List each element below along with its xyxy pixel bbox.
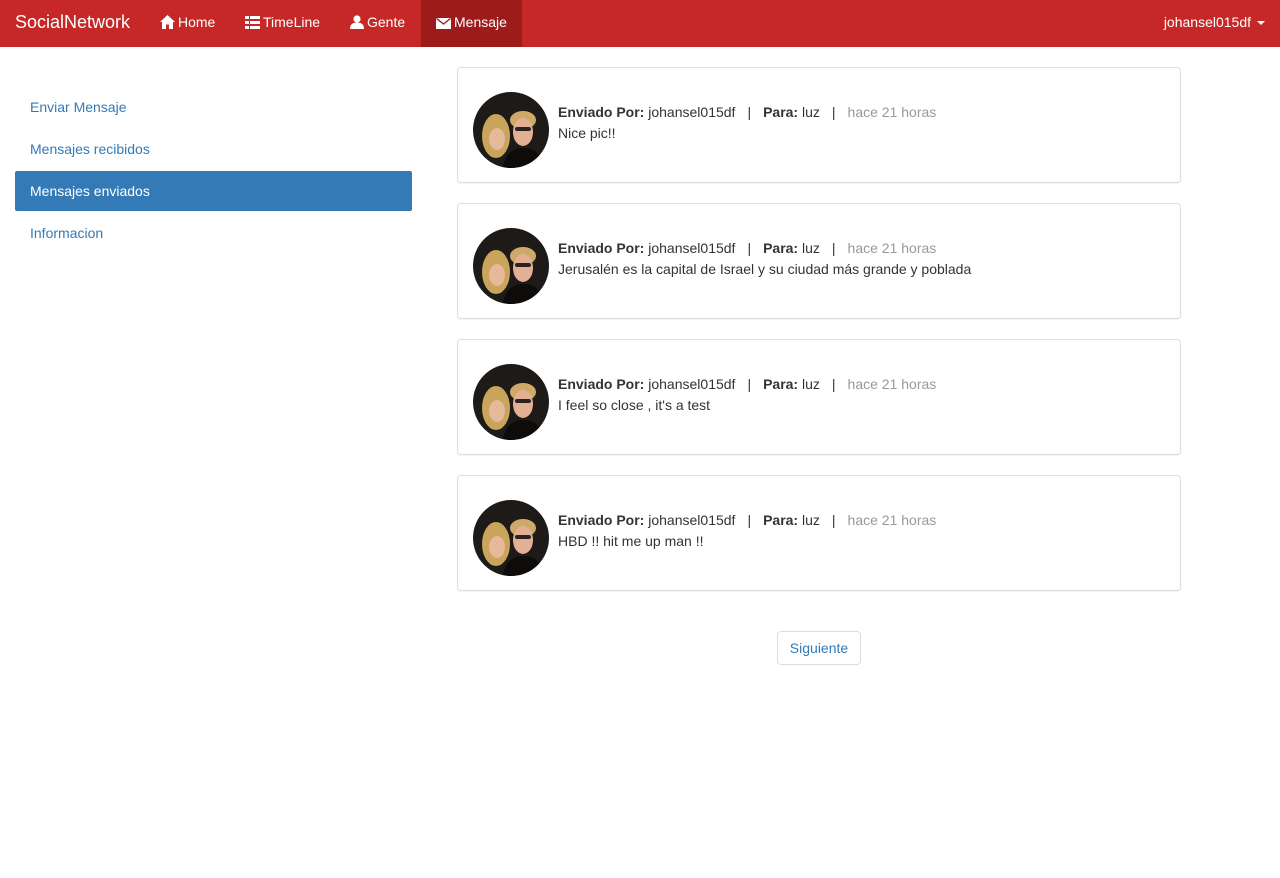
nav-home-label: Home <box>178 14 216 30</box>
separator: | <box>747 240 752 256</box>
sender-label: Enviado Por: <box>558 240 645 256</box>
sender-label: Enviado Por: <box>558 104 645 120</box>
sender-name: johansel015df <box>648 376 736 392</box>
brand-link[interactable]: SocialNetwork <box>15 0 130 47</box>
nav-gente-label: Gente <box>367 14 406 30</box>
message-meta: Enviado Por: johansel015df | Para: luz | hac… <box>558 376 936 392</box>
sender-name: johansel015df <box>648 512 736 528</box>
message-card: Enviado Por: johansel015df | Para: luz | hac… <box>457 203 1181 319</box>
nav-mensaje[interactable]: Mensaje <box>421 0 522 47</box>
sender-label: Enviado Por: <box>558 512 645 528</box>
top-navbar: SocialNetwork Home TimeLine Gente Mensaj… <box>0 0 1280 47</box>
message-card: Enviado Por: johansel015df | Para: luz | hac… <box>457 67 1181 183</box>
sidebar-nav: Enviar Mensaje Mensajes recibidos Mensaj… <box>15 87 412 255</box>
message-meta: Enviado Por: johansel015df | Para: luz | hac… <box>558 240 936 256</box>
nav-timeline[interactable]: TimeLine <box>230 0 335 47</box>
sidebar-item-mensajes-recibidos[interactable]: Mensajes recibidos <box>15 129 412 169</box>
message-meta: Enviado Por: johansel015df | Para: luz | hac… <box>558 512 936 528</box>
message-card: Enviado Por: johansel015df | Para: luz | hac… <box>457 339 1181 455</box>
nav-gente[interactable]: Gente <box>335 0 420 47</box>
sidebar-item-mensajes-enviados[interactable]: Mensajes enviados <box>15 171 412 211</box>
message-text: HBD !! hit me up man !! <box>558 533 704 549</box>
message-text: I feel so close , it's a test <box>558 397 711 413</box>
sender-name: johansel015df <box>648 240 736 256</box>
message-text: Nice pic!! <box>558 125 616 141</box>
recipient-label: Para: <box>763 104 799 120</box>
separator: | <box>747 104 752 120</box>
sidebar-item-informacion[interactable]: Informacion <box>15 213 412 253</box>
nav-timeline-label: TimeLine <box>263 14 321 30</box>
message-card: Enviado Por: johansel015df | Para: luz | hac… <box>457 475 1181 591</box>
recipient-label: Para: <box>763 512 799 528</box>
home-icon <box>160 15 175 29</box>
recipient-name: luz <box>802 376 820 392</box>
recipient-name: luz <box>802 104 820 120</box>
recipient-name: luz <box>802 512 820 528</box>
message-meta: Enviado Por: johansel015df | Para: luz | hac… <box>558 104 936 120</box>
avatar <box>473 364 549 440</box>
user-dropdown[interactable]: johansel015df <box>1164 0 1265 47</box>
separator: | <box>831 512 836 528</box>
message-time: hace 21 horas <box>847 240 937 256</box>
sidebar-item-enviar-mensaje[interactable]: Enviar Mensaje <box>15 87 412 127</box>
caret-down-icon <box>1257 21 1265 26</box>
avatar <box>473 92 549 168</box>
separator: | <box>831 104 836 120</box>
separator: | <box>831 376 836 392</box>
user-icon <box>350 15 364 29</box>
envelope-icon <box>436 18 451 29</box>
avatar <box>473 500 549 576</box>
list-icon <box>245 16 260 29</box>
message-time: hace 21 horas <box>847 104 937 120</box>
user-name: johansel015df <box>1163 14 1251 30</box>
message-time: hace 21 horas <box>847 512 937 528</box>
recipient-label: Para: <box>763 240 799 256</box>
separator: | <box>831 240 836 256</box>
recipient-name: luz <box>802 240 820 256</box>
message-text: Jerusalén es la capital de Israel y su c… <box>558 261 972 277</box>
avatar <box>473 228 549 304</box>
sender-name: johansel015df <box>648 104 736 120</box>
next-page-button[interactable]: Siguiente <box>777 631 861 665</box>
recipient-label: Para: <box>763 376 799 392</box>
separator: | <box>747 376 752 392</box>
message-time: hace 21 horas <box>847 376 937 392</box>
nav-mensaje-label: Mensaje <box>454 14 507 30</box>
sender-label: Enviado Por: <box>558 376 645 392</box>
nav-home[interactable]: Home <box>145 0 230 47</box>
separator: | <box>747 512 752 528</box>
